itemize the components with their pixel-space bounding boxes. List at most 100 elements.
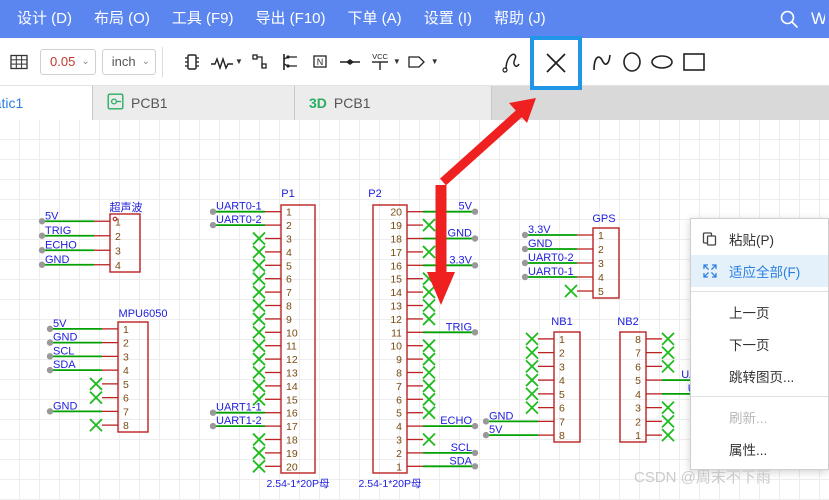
no-connect-marker-P1-7 [252, 285, 266, 299]
context-menu-item-goto-page[interactable]: 跳转图页... [691, 360, 828, 392]
schematic-component-P2[interactable]: P220 5V1918 GND1716 3.3V1514131211 TRIG10987… [358, 188, 479, 490]
search-icon[interactable] [779, 9, 799, 29]
wire-endpoint-P2-18[interactable] [471, 235, 479, 242]
net-label-NB1-8: 5V [489, 424, 503, 436]
tab-schematic1[interactable]: matic1 [0, 86, 93, 120]
tab-label: PCB1 [131, 95, 168, 111]
no-connect-marker-NB2-2 [661, 414, 675, 429]
pin-number-超声波-1: 1 [115, 216, 121, 228]
no-connect-marker-P2-5 [422, 406, 436, 420]
no-connect-marker-P1-20 [252, 459, 266, 473]
watermark: CSDN @周末不下雨 [634, 469, 771, 486]
no-connect-marker-P1-18 [252, 432, 266, 447]
wire-endpoint-P2-2[interactable] [471, 449, 479, 457]
no-connect-marker-NB1-3 [525, 359, 539, 374]
context-menu-label: 下一页 [729, 338, 770, 353]
netlabel-icon[interactable]: N [305, 45, 335, 79]
menu-item-help[interactable]: 帮助 (J) [483, 0, 557, 38]
menu-item-layout[interactable]: 布局 (O) [83, 0, 161, 38]
schematic-component-MPU6050[interactable]: MPU6050 1 5V 2 GND 3 SCL 4 SDA 5 67 GND 8 [46, 308, 168, 433]
pin-number-NB1-1: 1 [559, 334, 565, 346]
grid-icon[interactable] [4, 45, 34, 79]
port-tool-group[interactable]: ▼ [403, 45, 441, 79]
context-menu-item-next-page[interactable]: 下一页 [691, 328, 828, 360]
menu-item-export[interactable]: 导出 (F10) [245, 0, 337, 38]
pin-number-P1-16: 16 [286, 408, 298, 420]
junction-icon[interactable] [335, 45, 365, 79]
pin-number-P1-2: 2 [286, 220, 292, 232]
pin-number-P2-17: 17 [390, 247, 402, 259]
chevron-down-icon: ⌄ [141, 56, 150, 67]
context-menu-label: 粘贴(P) [729, 233, 774, 248]
pin-number-NB2-8: 8 [635, 334, 641, 346]
context-menu-item-fit-all[interactable]: 适应全部(F) [691, 255, 828, 287]
context-menu-item-properties[interactable]: 属性... [691, 433, 828, 465]
chevron-down-icon[interactable]: ▼ [431, 57, 439, 66]
wire-icon[interactable] [245, 45, 275, 79]
context-menu[interactable]: 粘贴(P) 适应全部(F) 上一页 下一页 跳转图页... 刷新... 属性..… [690, 218, 829, 470]
pin-number-P2-18: 18 [390, 234, 402, 246]
wire-endpoint-P2-20[interactable] [471, 208, 479, 215]
port-icon[interactable] [403, 45, 433, 79]
wire-endpoint-P2-4[interactable] [471, 422, 479, 430]
pin-number-MPU6050-2: 2 [123, 338, 129, 350]
pin-number-GPS-4: 4 [598, 272, 604, 284]
chip-icon[interactable] [177, 45, 207, 79]
no-connect-marker-P2-13 [422, 298, 436, 313]
resistor-icon[interactable] [207, 45, 237, 79]
pin-number-NB1-5: 5 [559, 389, 565, 401]
schematic-component-GPS[interactable]: GPS 1 3.3V 2 GND 3 UART0-2 4 UART0-1 5 [521, 213, 620, 299]
no-connect-marker-P2-9 [422, 352, 436, 366]
no-connect-marker-P2-19 [422, 218, 436, 232]
chevron-down-icon: ⌄ [81, 56, 90, 67]
context-menu-item-prev-page[interactable]: 上一页 [691, 296, 828, 328]
wire-endpoint-P2-1[interactable] [471, 463, 479, 470]
schematic-component-P1[interactable]: P1 1 UART0-1 2 UART0-2 345 67 8910 1112 131415 16 U… [209, 188, 330, 490]
component-ref-MPU6050: MPU6050 [119, 308, 168, 320]
component-footprint-P1: 2.54-1*20P母 [266, 478, 329, 490]
resistor-tool-group[interactable]: ▼ [207, 45, 245, 79]
vcc-icon[interactable]: VCC [365, 45, 395, 79]
tab-pcb1[interactable]: PCB1 [93, 86, 295, 120]
net-label-MPU6050-7: GND [53, 400, 78, 412]
pin-number-NB2-5: 5 [635, 375, 641, 387]
curve-icon[interactable] [587, 45, 617, 79]
no-connect-marker-P2-7 [422, 379, 436, 393]
no-connect-marker-P1-19 [252, 446, 266, 460]
no-connect-marker-P2-10 [422, 339, 436, 353]
grid-size-value: 0.05 [50, 54, 76, 69]
tab-3d-pcb1[interactable]: 3D PCB1 [295, 86, 492, 120]
circle-icon[interactable] [617, 45, 647, 79]
menu-item-order[interactable]: 下单 (A) [337, 0, 413, 38]
schematic-component-NB1[interactable]: NB11234567GND85V [482, 316, 581, 443]
pen-icon[interactable] [497, 45, 527, 79]
ellipse-icon[interactable] [647, 45, 677, 79]
pin-number-NB2-2: 2 [635, 416, 641, 428]
wire-endpoint-P2-11[interactable] [471, 329, 479, 336]
pin-number-P1-6: 6 [286, 274, 292, 286]
context-menu-item-paste[interactable]: 粘贴(P) [691, 223, 828, 255]
menu-item-tools[interactable]: 工具 (F9) [161, 0, 245, 38]
chevron-down-icon[interactable]: ▼ [393, 57, 401, 66]
pin-number-P2-13: 13 [390, 301, 402, 313]
menu-item-settings[interactable]: 设置 (I) [413, 0, 483, 38]
pin-number-P1-4: 4 [286, 247, 292, 259]
no-connect-marker-P2-15 [422, 272, 436, 286]
context-menu-label: 刷新... [729, 411, 768, 426]
bus-icon[interactable] [275, 45, 305, 79]
no-connect-marker-P2-8 [422, 365, 436, 380]
chevron-down-icon[interactable]: ▼ [235, 57, 243, 66]
unit-select[interactable]: inch ⌄ [101, 48, 156, 75]
pin-number-P1-14: 14 [286, 381, 298, 393]
net-label-P2-20: 5V [459, 201, 473, 213]
no-connect-marker-P1-14 [252, 379, 266, 393]
vcc-tool-group[interactable]: VCC ▼ [365, 45, 403, 79]
menu-item-design[interactable]: 设计 (D) [0, 0, 83, 38]
no-connect-icon[interactable] [530, 36, 582, 90]
pin-number-NB1-4: 4 [559, 375, 565, 387]
net-label-P1-2: UART0-2 [216, 214, 262, 226]
wire-endpoint-P2-16[interactable] [471, 262, 479, 269]
schematic-component-超声波[interactable]: 超声波 1 5V 2 TRIG 3 ECHO 4 GND [38, 200, 143, 273]
grid-size-select[interactable]: 0.05 ⌄ [40, 48, 96, 75]
rect-icon[interactable] [677, 45, 707, 79]
